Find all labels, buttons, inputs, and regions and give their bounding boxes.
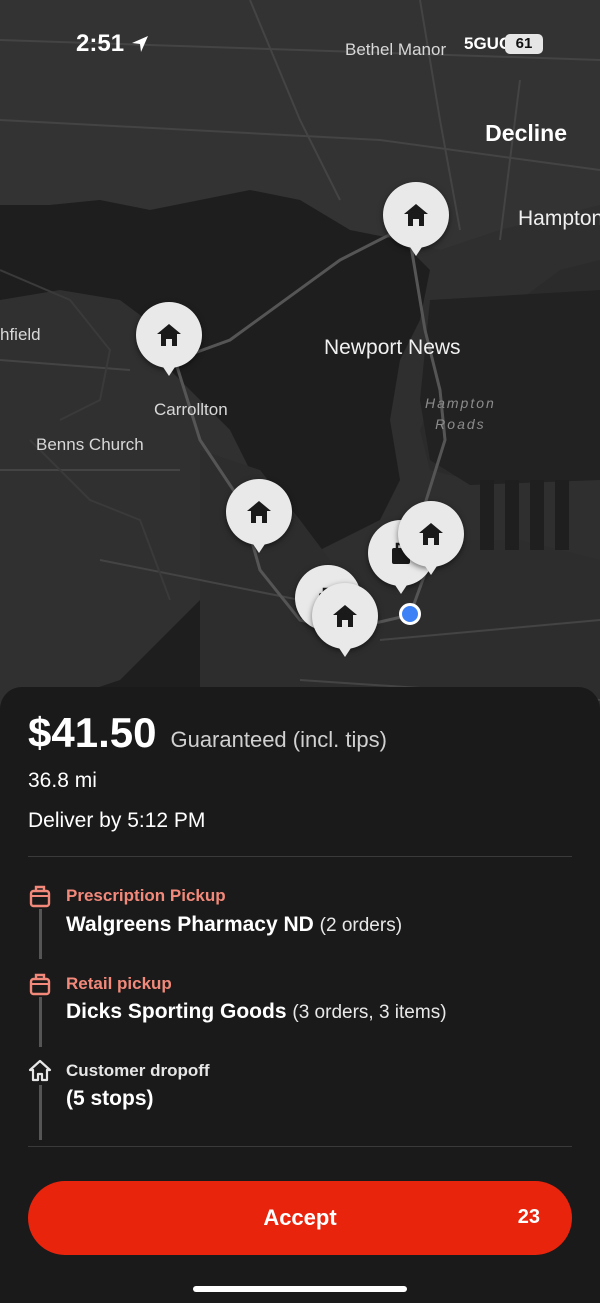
home-icon <box>333 605 357 627</box>
home-icon <box>28 1059 52 1082</box>
timeline-connector <box>39 909 42 959</box>
divider <box>28 856 572 857</box>
deliver-by: Deliver by 5:12 PM <box>28 809 206 832</box>
stop-details: Walgreens Pharmacy ND (2 orders) <box>66 913 402 937</box>
accept-label: Accept <box>263 1205 337 1230</box>
dropoff-pin[interactable] <box>136 302 202 376</box>
timeline-connector <box>39 997 42 1047</box>
map-label-carrollton: Carrollton <box>154 400 228 419</box>
home-icon <box>157 324 181 346</box>
map-label-benns-church: Benns Church <box>36 435 144 454</box>
offer-sheet: $41.50 Guaranteed (incl. tips) 36.8 mi D… <box>0 687 600 1303</box>
dropoff-pin[interactable] <box>383 182 449 256</box>
home-indicator[interactable] <box>193 1286 407 1292</box>
guaranteed-label: Guaranteed (incl. tips) <box>170 727 387 752</box>
stop-details: (5 stops) <box>66 1087 154 1111</box>
home-icon <box>404 204 428 226</box>
offer-distance: 36.8 mi <box>28 769 97 792</box>
user-location-dot <box>399 603 421 625</box>
stop-name: (5 stops) <box>66 1087 154 1110</box>
stop-details: Dicks Sporting Goods (3 orders, 3 items) <box>66 1000 447 1024</box>
map-label-hampton-roads: Hampton Roads <box>425 395 496 432</box>
dropoff-pin[interactable] <box>398 501 464 575</box>
shopping-bag-icon <box>29 885 51 908</box>
map-label-smithfield: hfield <box>0 325 41 344</box>
map-view[interactable]: Bethel Manor Hampton hfield Newport News… <box>0 0 600 720</box>
timeline-connector <box>39 1085 42 1140</box>
shopping-bag-icon <box>29 973 51 996</box>
price-row: $41.50 Guaranteed (incl. tips) <box>28 709 387 757</box>
accept-countdown: 23 <box>517 1206 540 1228</box>
stop-name: Dicks Sporting Goods <box>66 1000 287 1023</box>
map-label-hampton: Hampton <box>518 207 600 230</box>
status-time: 2:51 <box>76 30 125 57</box>
divider <box>28 1146 572 1147</box>
stop-order-count: (3 orders, 3 items) <box>292 1002 447 1023</box>
location-arrow-icon <box>132 36 148 52</box>
accept-button[interactable]: Accept 23 <box>28 1181 572 1255</box>
map-label-newport-news: Newport News <box>324 336 461 359</box>
stop-type: Prescription Pickup <box>66 886 226 905</box>
stop-type: Customer dropoff <box>66 1061 210 1080</box>
offer-price: $41.50 <box>28 709 157 756</box>
home-icon <box>247 501 271 523</box>
battery-indicator: 61 <box>505 34 543 54</box>
home-icon <box>419 523 443 545</box>
dropoff-pin[interactable] <box>312 583 378 657</box>
decline-button[interactable]: Decline <box>485 120 567 147</box>
status-bar: 2:51 5GUC 61 <box>0 0 600 90</box>
stop-name: Walgreens Pharmacy ND <box>66 913 314 936</box>
stop-type: Retail pickup <box>66 974 172 993</box>
stop-order-count: (2 orders) <box>319 915 403 936</box>
dropoff-pin[interactable] <box>226 479 292 553</box>
